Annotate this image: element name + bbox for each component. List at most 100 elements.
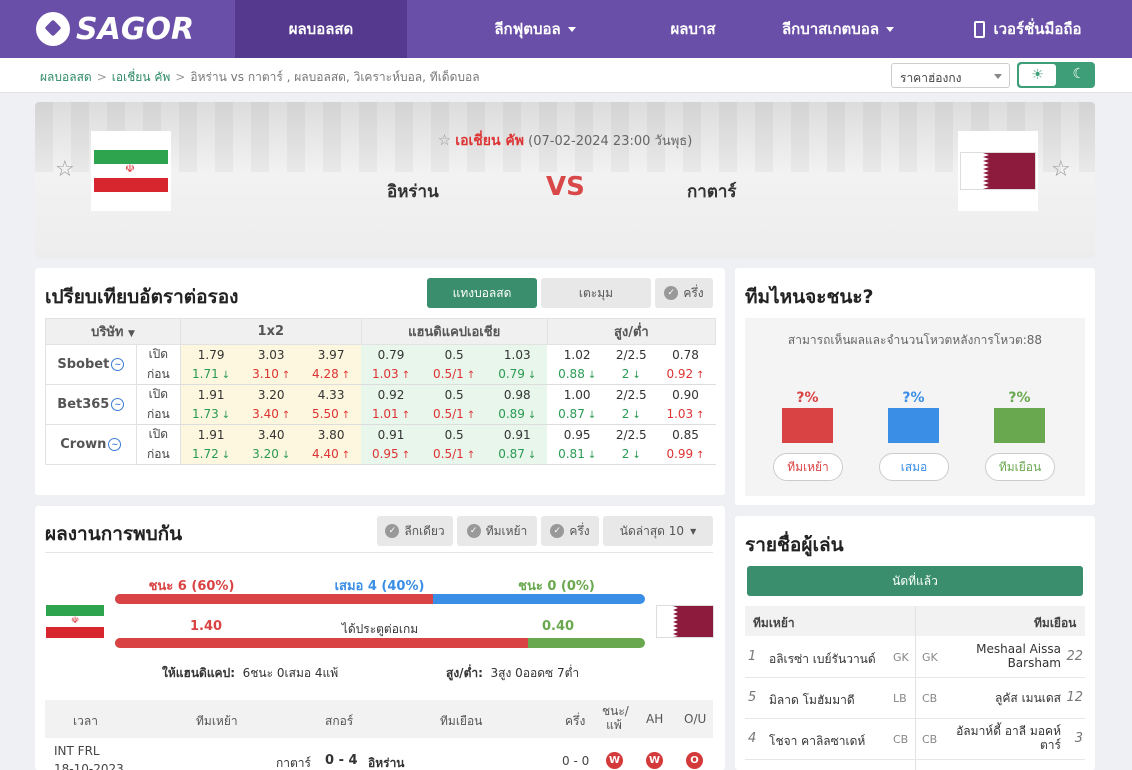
- odds-open-value: 0.91: [361, 424, 421, 445]
- odds-prev-value: 0.81 ↓: [547, 444, 608, 465]
- odds-row-prev: ก่อน 1.72 ↓ 3.20 ↓ 4.40 ↑ 0.95 ↑ 0.5/1 ↑ 0.87 ↓ 0.81 ↓…: [46, 444, 716, 465]
- arrow-down-icon: ↓: [527, 410, 537, 422]
- col-half: ครึ่ง: [565, 714, 586, 728]
- company-header[interactable]: บริษัท ▼: [45, 318, 181, 345]
- nav-football-leagues[interactable]: ลีกฟุตบอล: [407, 0, 663, 58]
- company-name[interactable]: Crown ~: [45, 424, 137, 465]
- row-home-team[interactable]: กาตาร์: [276, 754, 311, 770]
- home-player-name[interactable]: มิลาด โมฮัมมาดี: [769, 691, 855, 710]
- qatar-flag-icon: [960, 152, 1036, 190]
- odds-open-value: 0.95: [563, 427, 591, 442]
- chart-icon[interactable]: ~: [111, 358, 125, 371]
- over-under-summary: สูง/ต่ำ: 3สูง 0ออดซ 7ต่ำ: [446, 666, 580, 680]
- odds-open-value: 2/2.5: [615, 427, 647, 442]
- odds-open-value: 0.78: [672, 347, 699, 362]
- sun-icon[interactable]: ☀: [1019, 64, 1056, 86]
- home-player-name[interactable]: โชจา คาลิลซาเดห์: [769, 732, 865, 751]
- arrow-up-icon: ↑: [696, 410, 705, 422]
- odds-prev-value: 1.03 ↑: [655, 404, 716, 425]
- row-away-team[interactable]: อิหร่าน: [368, 754, 405, 770]
- odds-open-value: 3.80: [301, 424, 362, 445]
- vote-away-button[interactable]: ทีมเยือน: [985, 453, 1055, 481]
- away-team-name[interactable]: กาตาร์: [687, 178, 737, 205]
- filter-same-league[interactable]: ✓ ลีกเดียว: [377, 516, 453, 546]
- moon-icon[interactable]: ☾: [1072, 66, 1085, 82]
- draw-vote-bar: [888, 408, 939, 443]
- odds-open-value: 1.91: [180, 384, 242, 405]
- away-player-number: 22: [1066, 649, 1083, 664]
- check-icon: ✓: [385, 524, 400, 538]
- away-team-flag: [958, 131, 1038, 211]
- chart-icon[interactable]: ~: [111, 398, 125, 411]
- nav-mobile-version[interactable]: เวอร์ชั่นมือถือ: [953, 0, 1103, 58]
- away-goals-per-game: 0.40: [542, 619, 575, 634]
- breadcrumb-home[interactable]: ผลบอลสด: [40, 70, 92, 84]
- soccer-ball-icon: [36, 12, 70, 46]
- nav-live-scores[interactable]: ผลบอลสด: [235, 0, 407, 58]
- sagor-logo[interactable]: SAGOR: [0, 0, 235, 58]
- row-score: 0 - 4: [325, 753, 358, 768]
- top-nav: SAGOR ผลบอลสด ลีกฟุตบอล ผลบาส ลีกบาสเกตบ…: [0, 0, 1132, 58]
- arrow-up-icon: ↑: [281, 370, 291, 382]
- home-team-name[interactable]: อิหร่าน: [387, 178, 439, 205]
- arrow-down-icon: ↓: [587, 410, 597, 422]
- open-label: เปิด: [136, 424, 182, 445]
- h2h-win-label: ชนะ 6 (60%): [148, 579, 235, 594]
- odds-prev-value: 0.87 ↓: [487, 444, 548, 465]
- company-name[interactable]: Sbobet ~: [45, 344, 137, 385]
- home-player-position: GK: [893, 651, 909, 664]
- lineup-away-header: ทีมเยือน: [1034, 616, 1077, 630]
- away-player-name[interactable]: ลูคัส เมนเดส: [941, 691, 1061, 705]
- star-icon[interactable]: ☆: [438, 131, 451, 149]
- nav-basketball-leagues[interactable]: ลีกบาสเกตบอล: [723, 0, 953, 58]
- vote-home-button[interactable]: ทีมเหย้า: [773, 453, 843, 481]
- half-toggle[interactable]: ✓ ครึ่ง: [655, 278, 713, 308]
- tab-live-betting[interactable]: แทงบอลสด: [427, 278, 537, 308]
- odds-prev-value: 0.79 ↓: [487, 364, 548, 385]
- home-player-name[interactable]: อลิเรซ่า เบย์รันวานด์: [769, 650, 876, 669]
- odds-prev-value: 0.88 ↓: [547, 364, 608, 385]
- odds-prev-value: 4.28 ↑: [301, 364, 362, 385]
- col-time: เวลา: [73, 714, 98, 728]
- tab-corners[interactable]: เตะมุม: [541, 278, 651, 308]
- away-player-name[interactable]: อัลมาห์ดี้ อาลี มอคห์ตาร์: [941, 724, 1061, 752]
- win-badge: W: [606, 752, 623, 769]
- prev-label: ก่อน: [136, 444, 182, 465]
- 1x2-header: 1x2: [180, 318, 362, 345]
- h2h-draw-label: เสมอ 4 (40%): [334, 579, 425, 594]
- previous-match-button[interactable]: นัดที่แล้ว: [747, 566, 1083, 596]
- breadcrumb-league[interactable]: เอเชี่ยน คัพ: [112, 70, 171, 84]
- home-player-number: 1: [748, 649, 757, 664]
- home-player-position: LB: [893, 692, 907, 705]
- check-icon: ✓: [664, 286, 679, 300]
- col-wl: ชนะ/แพ้: [602, 704, 629, 732]
- theme-toggle[interactable]: ☀ ☾: [1017, 62, 1095, 88]
- price-format-select[interactable]: ราคาฮ่องกง: [891, 63, 1010, 88]
- favorite-home-star-icon[interactable]: ☆: [55, 157, 75, 182]
- odds-table: บริษัท ▼ 1x2 แฮนดิแคปเอเชีย สูง/ต่ำ Sbob…: [45, 318, 717, 465]
- company-name[interactable]: Bet365 ~: [45, 384, 137, 425]
- chart-icon[interactable]: ~: [108, 438, 122, 451]
- favorite-away-star-icon[interactable]: ☆: [1051, 157, 1071, 182]
- odds-open-value: 1.91: [180, 424, 242, 445]
- odds-prev-value: 4.40 ↑: [301, 444, 362, 465]
- away-player-name[interactable]: Meshaal Aissa Barsham: [941, 642, 1061, 670]
- nav-basketball-scores[interactable]: ผลบาส: [663, 0, 723, 58]
- odds-prev-value: 2 ↓: [607, 444, 656, 465]
- price-format-value: ราคาฮ่องกง: [900, 71, 962, 85]
- odds-open-value: 1.02: [563, 347, 591, 362]
- arrow-up-icon: ↑: [466, 370, 476, 382]
- vote-draw-button[interactable]: เสมอ: [879, 453, 949, 481]
- over-under-header: สูง/ต่ำ: [546, 318, 717, 345]
- over-badge: O: [686, 752, 703, 769]
- odds-open-value: 3.20: [241, 384, 302, 405]
- row-league[interactable]: INT FRL: [54, 744, 100, 758]
- odds-open-value: 0.90: [672, 387, 699, 402]
- odds-prev-value: 3.20 ↓: [241, 444, 302, 465]
- toggle-label: ครึ่ง: [683, 285, 704, 300]
- goals-bar: [115, 638, 645, 648]
- filter-home[interactable]: ✓ ทีมเหย้า: [457, 516, 537, 546]
- recent-matches-select[interactable]: นัดล่าสุด 10 ▼: [603, 516, 713, 546]
- filter-half[interactable]: ✓ ครึ่ง: [541, 516, 599, 546]
- match-league[interactable]: เอเชี่ยน คัพ: [455, 133, 524, 149]
